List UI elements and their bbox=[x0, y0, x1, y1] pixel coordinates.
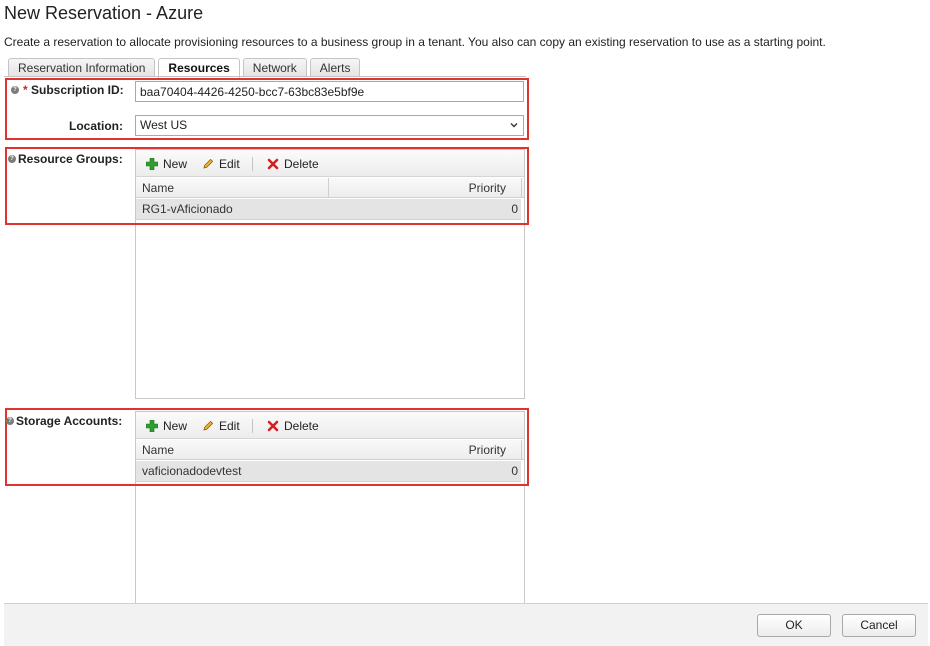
chevron-down-icon bbox=[510, 123, 518, 128]
help-icon[interactable]: ? bbox=[6, 417, 14, 425]
ok-button[interactable]: OK bbox=[757, 614, 831, 637]
subscription-id-input[interactable] bbox=[135, 81, 524, 102]
tab-divider bbox=[4, 76, 526, 77]
tab-reservation-information[interactable]: Reservation Information bbox=[8, 58, 156, 77]
tab-bar: Reservation Information Resources Networ… bbox=[8, 58, 363, 78]
resource-groups-label: Resource Groups: bbox=[18, 152, 123, 166]
help-icon[interactable]: ? bbox=[8, 155, 16, 163]
page-description: Create a reservation to allocate provisi… bbox=[4, 35, 826, 49]
storage-accounts-label: Storage Accounts: bbox=[16, 414, 123, 428]
page-title: New Reservation - Azure bbox=[4, 3, 204, 23]
location-select[interactable]: West US bbox=[135, 115, 524, 136]
tab-resources[interactable]: Resources bbox=[158, 58, 240, 78]
subscription-label-text: Subscription ID: bbox=[31, 83, 124, 97]
subscription-label: * Subscription ID: bbox=[23, 83, 124, 97]
dialog-footer: OK Cancel bbox=[4, 603, 928, 646]
location-label: Location: bbox=[69, 119, 123, 133]
location-selected-value: West US bbox=[140, 118, 188, 132]
required-marker: * bbox=[23, 83, 28, 97]
help-icon[interactable]: ? bbox=[11, 86, 19, 94]
tab-alerts[interactable]: Alerts bbox=[309, 58, 361, 77]
tab-network[interactable]: Network bbox=[242, 58, 307, 77]
cancel-button[interactable]: Cancel bbox=[842, 614, 916, 637]
